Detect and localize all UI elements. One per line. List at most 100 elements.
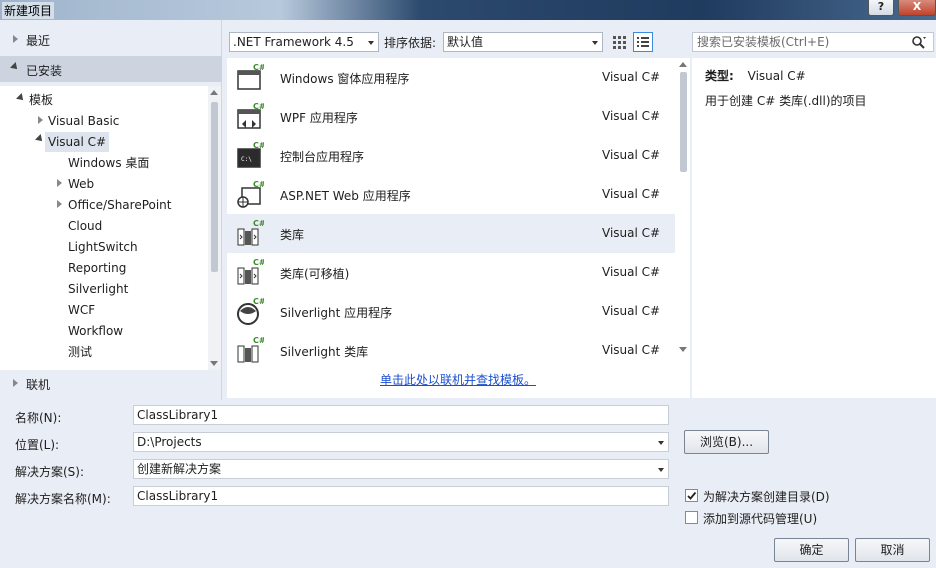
close-button[interactable]: X: [898, 0, 936, 16]
solution-name-value: ClassLibrary1: [137, 489, 219, 503]
framework-select[interactable]: .NET Framework 4.5: [229, 32, 379, 52]
silverlight-icon: C#: [237, 297, 264, 325]
chevron-down-icon[interactable]: [658, 468, 664, 472]
scroll-up-icon[interactable]: [210, 90, 218, 95]
installed-section[interactable]: 已安装: [0, 56, 222, 82]
online-label: 联机: [26, 378, 51, 392]
search-icon[interactable]: [911, 36, 927, 50]
tree-item-lightswitch[interactable]: LightSwitch: [68, 237, 138, 257]
scroll-down-icon[interactable]: [210, 361, 218, 366]
cancel-button[interactable]: 取消: [855, 538, 930, 562]
tree-item-web[interactable]: Web: [68, 174, 94, 194]
scroll-thumb[interactable]: [680, 72, 687, 172]
grid-view-icon: [613, 36, 626, 49]
wpf-icon: C#: [237, 102, 264, 129]
solution-name-label: 解决方案名称(M):: [15, 492, 111, 506]
ok-button[interactable]: 确定: [774, 538, 849, 562]
template-language: Visual C#: [602, 70, 661, 84]
browse-button[interactable]: 浏览(B)...: [684, 430, 769, 454]
name-field[interactable]: ClassLibrary1: [133, 405, 669, 425]
list-view-icon: [637, 37, 649, 47]
small-icons-view-button[interactable]: [609, 32, 629, 52]
template-name: Silverlight 类库: [280, 345, 369, 359]
installed-label: 已安装: [26, 64, 63, 78]
expand-icon[interactable]: [38, 116, 43, 124]
template-row-selected[interactable]: C# 类库 Visual C#: [227, 214, 675, 253]
list-view-button[interactable]: [633, 32, 653, 52]
template-language: Visual C#: [602, 109, 661, 123]
template-language: Visual C#: [602, 187, 661, 201]
location-label: 位置(L):: [15, 438, 60, 452]
svg-text:C:\: C:\: [241, 156, 252, 163]
collapse-icon[interactable]: [16, 93, 26, 103]
tree-item-windows-desktop[interactable]: Windows 桌面: [68, 153, 149, 173]
tree-item-reporting[interactable]: Reporting: [68, 258, 126, 278]
location-field[interactable]: D:\Projects: [133, 432, 669, 452]
search-placeholder: 搜索已安装模板(Ctrl+E): [697, 35, 830, 49]
chevron-down-icon: [592, 41, 598, 45]
tree-item-visual-basic[interactable]: Visual Basic: [48, 111, 119, 131]
tree-item-office-sharepoint[interactable]: Office/SharePoint: [68, 195, 172, 215]
svg-text:C#: C#: [253, 219, 264, 228]
template-row[interactable]: C# Windows 窗体应用程序 Visual C#: [227, 58, 675, 97]
template-name: 控制台应用程序: [280, 150, 365, 164]
winforms-icon: C#: [237, 63, 264, 90]
template-language: Visual C#: [602, 343, 661, 357]
template-row[interactable]: C# ASP.NET Web 应用程序 Visual C#: [227, 175, 675, 214]
name-value: ClassLibrary1: [137, 408, 219, 422]
create-directory-label[interactable]: 为解决方案创建目录(D): [703, 488, 830, 505]
sort-value: 默认值: [447, 35, 484, 49]
scroll-down-icon[interactable]: [679, 347, 687, 352]
tree-item-visual-csharp[interactable]: Visual C#: [45, 132, 110, 152]
expand-icon[interactable]: [57, 179, 62, 187]
template-row[interactable]: C# WPF 应用程序 Visual C#: [227, 97, 675, 136]
sort-select[interactable]: 默认值: [443, 32, 603, 52]
tree-item-wcf[interactable]: WCF: [68, 300, 95, 320]
template-language: Visual C#: [602, 265, 661, 279]
source-control-checkbox[interactable]: [685, 511, 698, 524]
svg-text:C#: C#: [253, 258, 264, 267]
online-templates-link[interactable]: 单击此处以联机并查找模板。: [380, 371, 536, 388]
svg-text:C#: C#: [253, 63, 264, 72]
recent-label: 最近: [26, 34, 51, 48]
chevron-down-icon[interactable]: [658, 441, 664, 445]
sort-label: 排序依据:: [384, 36, 437, 50]
template-language: Visual C#: [602, 226, 661, 240]
scroll-up-icon[interactable]: [679, 62, 687, 67]
svg-text:C#: C#: [253, 297, 264, 306]
expand-icon: [13, 35, 18, 43]
template-list-scrollbar[interactable]: [677, 58, 690, 356]
class-library-icon: C#: [237, 219, 264, 246]
template-description: 用于创建 C# 类库(.dll)的项目: [705, 94, 867, 108]
tree-item-workflow[interactable]: Workflow: [68, 321, 123, 341]
tree-scrollbar[interactable]: [208, 86, 221, 370]
svg-text:C#: C#: [253, 102, 264, 111]
collapse-icon[interactable]: [35, 134, 45, 144]
tree-item-test[interactable]: 测试: [68, 342, 92, 362]
solution-name-field[interactable]: ClassLibrary1: [133, 486, 669, 506]
scroll-thumb[interactable]: [211, 102, 218, 272]
solution-value: 创建新解决方案: [137, 462, 222, 476]
tree-item-cloud[interactable]: Cloud: [68, 216, 102, 236]
tree-item-templates[interactable]: 模板: [29, 90, 53, 110]
template-language: Visual C#: [602, 304, 661, 318]
aspnet-icon: C#: [237, 180, 264, 208]
solution-label: 解决方案(S):: [15, 465, 85, 479]
type-label: 类型:: [705, 69, 734, 83]
create-directory-checkbox[interactable]: [685, 489, 698, 502]
expand-icon[interactable]: [57, 200, 62, 208]
silverlight-library-icon: C#: [237, 336, 264, 363]
template-name: 类库: [280, 228, 305, 242]
template-row[interactable]: C# Silverlight 应用程序 Visual C#: [227, 292, 675, 331]
tree-item-silverlight[interactable]: Silverlight: [68, 279, 128, 299]
solution-select[interactable]: 创建新解决方案: [133, 459, 669, 479]
template-row[interactable]: C# 类库(可移植) Visual C#: [227, 253, 675, 292]
template-row[interactable]: C# Silverlight 类库 Visual C#: [227, 331, 675, 370]
source-control-label[interactable]: 添加到源代码管理(U): [703, 510, 817, 527]
template-row[interactable]: C:\ C# 控制台应用程序 Visual C#: [227, 136, 675, 175]
online-section[interactable]: 联机: [0, 372, 222, 394]
recent-section[interactable]: 最近: [0, 28, 222, 50]
template-type: 类型: Visual C#: [705, 67, 806, 84]
help-button[interactable]: ?: [868, 0, 894, 16]
search-input[interactable]: 搜索已安装模板(Ctrl+E): [692, 32, 934, 52]
